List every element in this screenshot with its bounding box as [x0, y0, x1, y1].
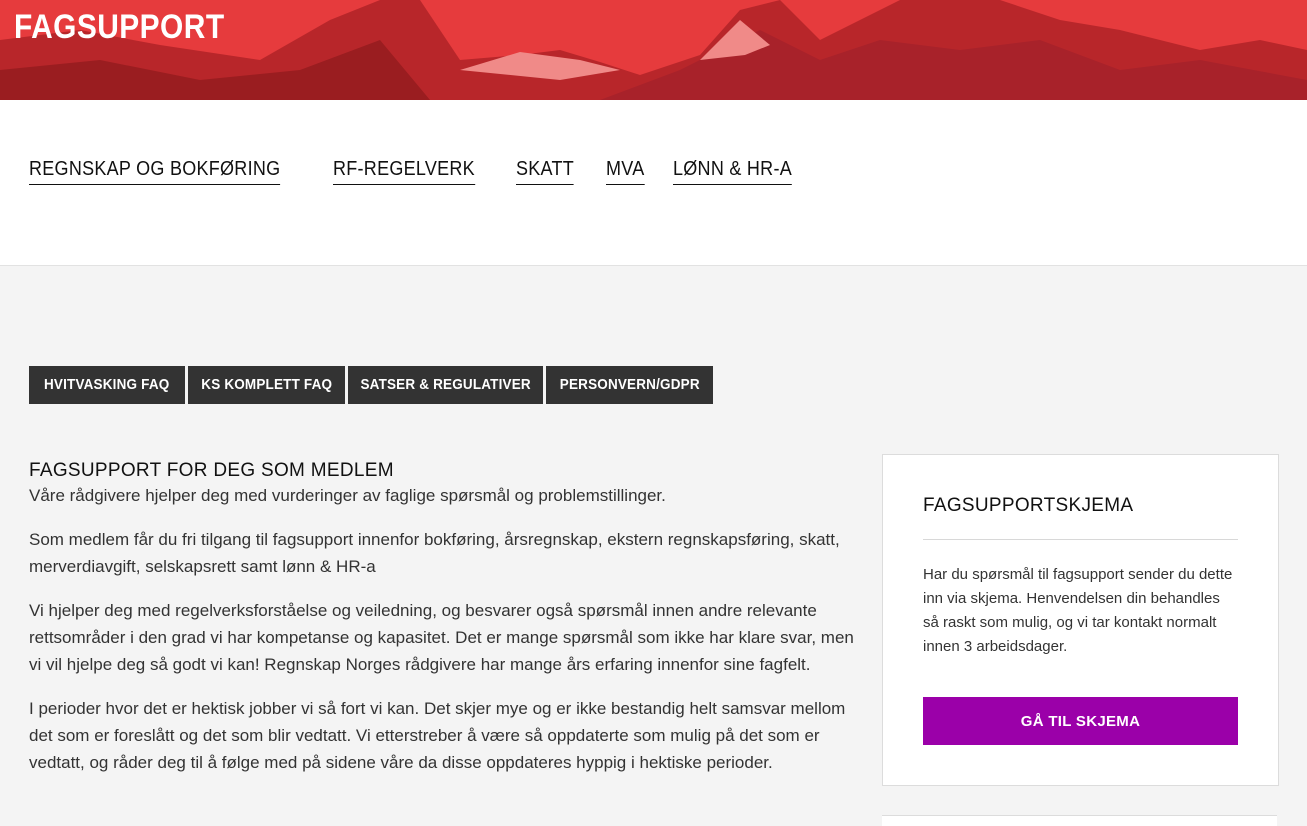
nav-link-skatt[interactable]: SKATT [516, 158, 575, 185]
divider [923, 539, 1238, 540]
tab-label: HVITVASKING FAQ [44, 376, 170, 393]
card-text: Har du spørsmål til fagsupport sender du… [923, 566, 1233, 655]
nav-link-regnskap[interactable]: REGNSKAP OG BOKFØRING [29, 158, 281, 185]
nav-link-lonn-hr[interactable]: LØNN & HR-A [673, 158, 793, 185]
tab-satser-regulativer[interactable]: SATSER & REGULATIVER [348, 366, 543, 404]
section-heading: FAGSUPPORT FOR DEG SOM MEDLEM [29, 460, 394, 481]
topic-tabs: HVITVASKING FAQ KS KOMPLETT FAQ SATSER &… [29, 366, 713, 404]
page-title: FAGSUPPORT [14, 8, 225, 46]
nav-link-rf-regelverk[interactable]: RF-REGELVERK [333, 158, 476, 185]
paragraph-access: Som medlem får du fri tilgang til fagsup… [29, 530, 840, 576]
tab-hvitvasking-faq[interactable]: HVITVASKING FAQ [29, 366, 185, 404]
support-form-card: FAGSUPPORTSKJEMA Har du spørsmål til fag… [882, 454, 1279, 786]
tab-label: KS KOMPLETT FAQ [201, 376, 332, 393]
tab-label: PERSONVERN/GDPR [559, 376, 700, 393]
next-card-edge [882, 815, 1277, 826]
hero-banner: FAGSUPPORT [0, 0, 1307, 100]
paragraph-busy-periods: I perioder hvor det er hektisk jobber vi… [29, 699, 846, 772]
intro-paragraph: Våre rådgivere hjelper deg med vurdering… [29, 486, 666, 505]
tab-label: SATSER & REGULATIVER [360, 376, 531, 393]
card-title: FAGSUPPORTSKJEMA [923, 495, 1134, 516]
category-nav: REGNSKAP OG BOKFØRING RF-REGELVERK SKATT… [0, 100, 1307, 266]
tab-ks-komplett-faq[interactable]: KS KOMPLETT FAQ [188, 366, 345, 404]
nav-link-mva[interactable]: MVA [605, 158, 644, 185]
main-content: FAGSUPPORT FOR DEG SOM MEDLEM Våre rådgi… [29, 460, 859, 793]
go-to-form-button[interactable]: GÅ TIL SKJEMA [923, 697, 1238, 745]
paragraph-guidance: Vi hjelper deg med regelverksforståelse … [29, 601, 854, 674]
tab-personvern-gdpr[interactable]: PERSONVERN/GDPR [546, 366, 713, 404]
